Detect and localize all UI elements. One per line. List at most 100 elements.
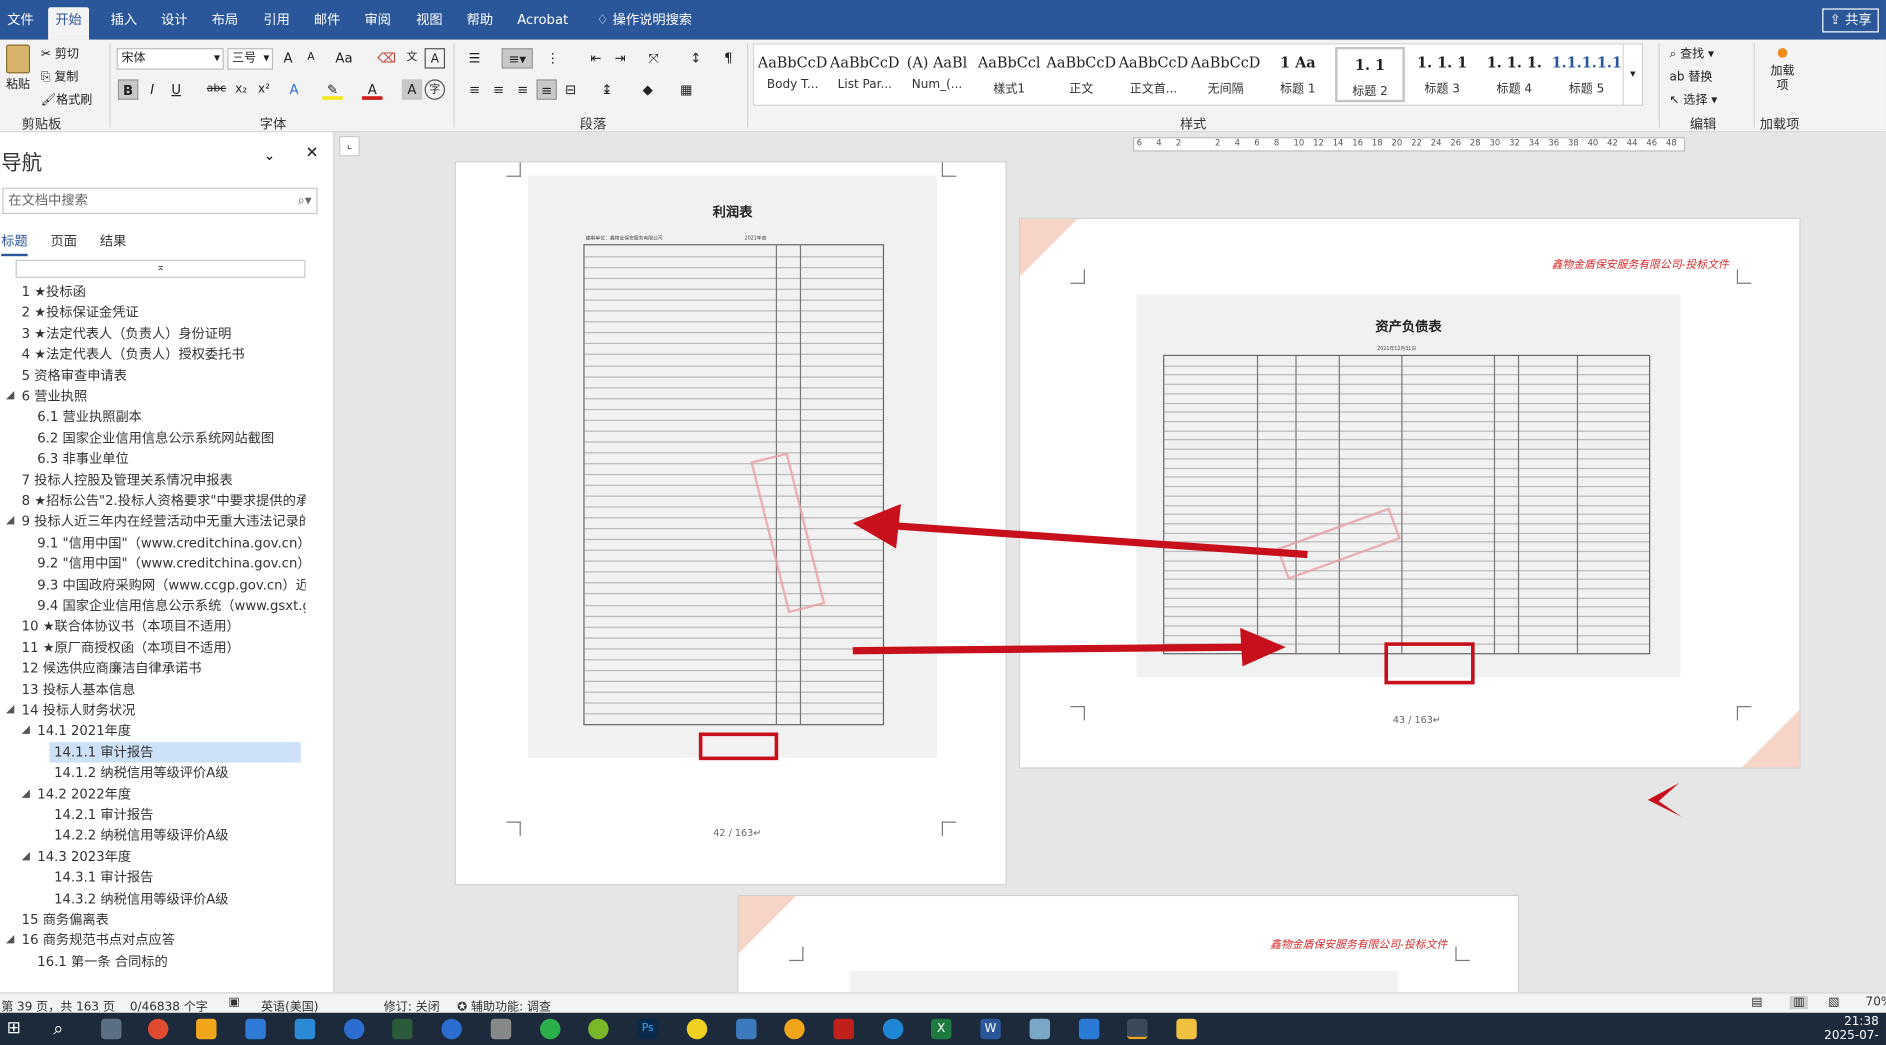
expand-collapse-icon[interactable]: ◢ (6, 515, 14, 527)
copy-button[interactable]: ⎘ 复制 (41, 66, 79, 84)
nav-heading-item[interactable]: 7 投标人控股及管理关系情况申报表 (22, 470, 306, 490)
proofing-icon[interactable]: ▣ (229, 996, 240, 1009)
sort-icon[interactable]: ↕ (686, 48, 706, 68)
expand-collapse-icon[interactable]: ◢ (6, 704, 14, 716)
nav-heading-item[interactable]: 14.3.2 纳税信用等级评价A级 (54, 888, 305, 908)
style-gallery-item[interactable]: AaBbCcl 樣式1 (974, 47, 1044, 102)
expand-collapse-icon[interactable]: ◢ (6, 390, 14, 402)
nav-heading-item[interactable]: 14.2 2022年度 (37, 784, 305, 804)
tab-mailings[interactable]: 邮件 (307, 7, 348, 39)
show-marks-icon[interactable]: ¶ (718, 48, 738, 68)
style-gallery-item[interactable]: 1.1.1.1.1 标题 5 (1552, 47, 1622, 102)
align-right-icon[interactable]: ≡ (512, 79, 532, 99)
system-clock[interactable]: 21:38 2025-07- (1824, 1015, 1879, 1044)
print-layout-icon[interactable]: ▥ (1789, 995, 1809, 1010)
shading-icon[interactable]: ◆ (637, 79, 657, 99)
nav-heading-item[interactable]: 6.1 营业执照副本 (37, 407, 305, 427)
word-icon[interactable]: W (980, 1018, 1001, 1040)
app-icon[interactable] (1029, 1018, 1051, 1040)
tab-view[interactable]: 视图 (409, 7, 450, 39)
align-center-icon[interactable]: ≡ (488, 79, 508, 99)
tab-layout[interactable]: 布局 (204, 7, 245, 39)
share-button[interactable]: ⇪ 共享 (1822, 8, 1879, 33)
wechat-icon[interactable] (540, 1018, 561, 1040)
excel-icon[interactable]: X (930, 1018, 952, 1040)
nav-heading-item[interactable]: 14.2.2 纳税信用等级评价A级 (54, 826, 305, 846)
change-case-button[interactable]: Aa (331, 48, 357, 68)
app-icon[interactable] (588, 1018, 609, 1040)
replace-button[interactable]: ab 替换 (1669, 66, 1712, 84)
chrome-icon[interactable] (147, 1018, 169, 1040)
app-icon[interactable] (736, 1018, 757, 1040)
align-left-icon[interactable]: ≡ (464, 79, 484, 99)
nav-heading-item[interactable]: 15 商务偏离表 (22, 909, 306, 929)
accessibility-status[interactable]: ✪ 辅助功能: 调查 (457, 996, 551, 1014)
edge-icon[interactable] (882, 1018, 904, 1040)
nav-heading-item[interactable]: 4 ★法定代表人（负责人）授权委托书 (22, 344, 306, 364)
nav-search-input[interactable]: 在文档中搜索 ⌕▾ (2, 187, 318, 215)
nav-heading-item[interactable]: 2 ★投标保证金凭证 (22, 302, 306, 322)
tab-home[interactable]: 开始 (48, 7, 90, 40)
font-size-combo[interactable]: 三号 ▾ (227, 48, 274, 70)
load-addins-button[interactable]: 加载项 (1765, 48, 1801, 94)
page-count[interactable]: 第 39 页，共 163 页 (1, 996, 115, 1014)
collapse-all-button[interactable]: ⌅ (15, 259, 306, 278)
nav-heading-item[interactable]: 8 ★招标公告"2.投标人资格要求"中要求提供的承诺 (22, 491, 306, 511)
qq-icon[interactable] (686, 1018, 708, 1040)
folder-icon[interactable] (1176, 1018, 1197, 1040)
italic-button[interactable]: I (142, 79, 162, 99)
nav-heading-item[interactable]: 14.3 2023年度 (37, 847, 305, 867)
ie-icon[interactable] (441, 1018, 462, 1040)
style-gallery-item[interactable]: 1. 1. 1 标题 3 (1407, 47, 1477, 102)
photoshop-icon[interactable]: Ps (637, 1018, 658, 1040)
expand-collapse-icon[interactable]: ◢ (22, 787, 30, 799)
tab-help[interactable]: 帮助 (459, 7, 500, 39)
highlight-icon[interactable]: ✎ (322, 79, 343, 100)
nav-heading-item[interactable]: 14.2.1 审计报告 (54, 805, 305, 825)
nav-tab-pages[interactable]: 页面 (51, 231, 77, 250)
increase-indent-icon[interactable]: ⇥ (610, 48, 630, 68)
select-button[interactable]: ↖ 选择 ▾ (1669, 89, 1717, 107)
text-effects-icon[interactable]: A (284, 79, 304, 99)
nav-heading-item[interactable]: 6.3 非事业单位 (37, 449, 305, 469)
style-gallery-item[interactable]: AaBbCcDc 正文 (1046, 47, 1116, 102)
decrease-indent-icon[interactable]: ⇤ (586, 48, 606, 68)
nav-heading-item[interactable]: 9.2 "信用中国"（www.creditchina.gov.cn）近... (37, 554, 305, 574)
style-gallery-item[interactable]: 1 Aa 标题 1 (1263, 47, 1333, 102)
underline-button[interactable]: U (166, 79, 186, 99)
expand-collapse-icon[interactable]: ◢ (22, 725, 30, 737)
read-mode-icon[interactable]: ▤ (1751, 996, 1762, 1009)
language[interactable]: 英语(美国) (261, 996, 319, 1014)
font-color-icon[interactable]: A (362, 79, 383, 100)
app-icon[interactable] (1127, 1018, 1148, 1040)
tab-review[interactable]: 审阅 (357, 7, 398, 39)
style-gallery-item[interactable]: AaBbCcDc 正文首... (1119, 47, 1189, 102)
nav-heading-item[interactable]: 6 营业执照 (22, 386, 306, 406)
tab-file[interactable]: 文件 (0, 7, 41, 39)
chevron-down-icon[interactable]: ⌄ (263, 147, 275, 164)
nav-heading-item[interactable]: 14 投标人财务状况 (22, 700, 306, 720)
strikethrough-button[interactable]: abc (204, 79, 228, 99)
close-icon[interactable]: ✕ (306, 144, 319, 162)
char-shading-icon[interactable]: A (401, 79, 423, 100)
nav-heading-item[interactable]: 14.1 2021年度 (37, 721, 305, 741)
tab-acrobat[interactable]: Acrobat (510, 7, 575, 39)
nav-heading-item[interactable]: 12 候选供应商廉洁自律承诺书 (22, 658, 306, 678)
nav-tab-results[interactable]: 结果 (100, 231, 126, 250)
nav-heading-item[interactable]: 6.2 国家企业信用信息公示系统网站截图 (37, 428, 305, 448)
zoom-level[interactable]: 70% (1866, 996, 1886, 1009)
store-icon[interactable] (294, 1018, 316, 1040)
tab-design[interactable]: 设计 (154, 7, 195, 39)
multilevel-list-icon[interactable]: ⋮ (542, 48, 562, 68)
line-spacing-icon[interactable]: ↨ (597, 79, 617, 99)
font-name-combo[interactable]: 宋体 ▾ (116, 48, 224, 70)
phone-icon[interactable] (490, 1018, 512, 1040)
styles-more-icon[interactable]: ▾ (1622, 44, 1642, 105)
windows-start-icon[interactable]: ⊞ (4, 1019, 24, 1039)
distributed-icon[interactable]: ⊟ (561, 79, 581, 99)
app-icon[interactable] (1078, 1018, 1100, 1040)
char-border-icon[interactable]: A (424, 48, 446, 69)
nav-heading-item[interactable]: 14.1.1 审计报告 (49, 741, 301, 763)
bullets-icon[interactable]: ☰ (464, 48, 484, 68)
nav-heading-item[interactable]: 16.1 第一条 合同标的 (37, 951, 305, 971)
